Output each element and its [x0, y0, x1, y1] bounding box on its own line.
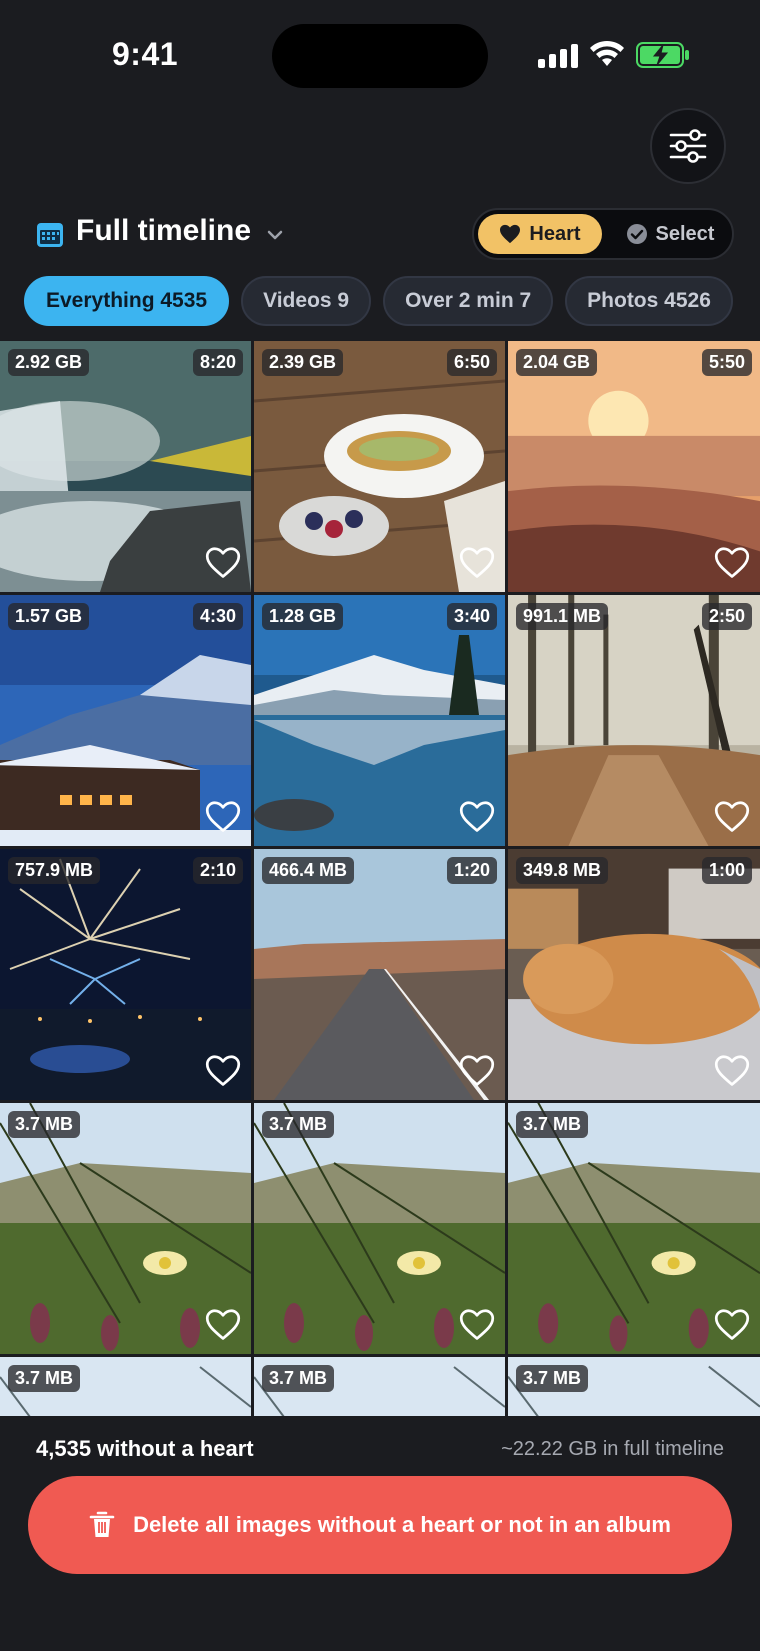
heart-mode-button[interactable]: Heart — [478, 214, 602, 254]
heart-icon[interactable] — [459, 1308, 495, 1342]
heart-icon[interactable] — [205, 800, 241, 834]
select-mode-button[interactable]: Select — [612, 214, 728, 254]
media-tile[interactable]: 3.7 MB — [254, 1103, 505, 1354]
file-size-badge: 3.7 MB — [262, 1111, 335, 1138]
media-tile[interactable]: 1.57 GB 4:30 — [0, 595, 251, 846]
heart-icon[interactable] — [205, 1054, 241, 1088]
duration-badge: 8:20 — [192, 349, 243, 376]
calendar-icon — [37, 223, 63, 247]
duration-badge: 3:40 — [446, 603, 497, 630]
duration-badge: 1:20 — [446, 857, 497, 884]
heart-icon[interactable] — [714, 546, 750, 580]
file-size-badge: 3.7 MB — [516, 1365, 589, 1392]
file-size-badge: 2.92 GB — [8, 349, 90, 376]
media-tile[interactable]: 757.9 MB 2:10 — [0, 849, 251, 1100]
duration-badge: 5:50 — [701, 349, 752, 376]
chip-photos[interactable]: Photos 4526 — [565, 276, 733, 326]
media-tile[interactable]: 991.1 MB 2:50 — [508, 595, 760, 846]
filter-chips: Everything 4535 Videos 9 Over 2 min 7 Ph… — [24, 276, 760, 326]
timeline-title[interactable]: Full timeline — [76, 214, 251, 248]
file-size-badge: 3.7 MB — [8, 1365, 81, 1392]
file-size-badge: 3.7 MB — [262, 1365, 335, 1392]
media-tile[interactable]: 2.92 GB 8:20 — [0, 341, 251, 592]
file-size-badge: 1.57 GB — [8, 603, 90, 630]
media-grid: 2.92 GB 8:20 2.39 GB 6:50 2.04 GB 5:50 1.57 GB… — [0, 341, 760, 1416]
file-size-badge: 1.28 GB — [262, 603, 344, 630]
delete-all-button[interactable]: Delete all images without a heart or not… — [28, 1476, 732, 1574]
media-tile[interactable]: 3.7 MB — [0, 1357, 251, 1416]
duration-badge: 4:30 — [192, 603, 243, 630]
heart-icon — [500, 224, 521, 244]
media-tile[interactable]: 466.4 MB 1:20 — [254, 849, 505, 1100]
heart-icon[interactable] — [714, 800, 750, 834]
select-mode-label: Select — [655, 222, 715, 245]
heart-icon[interactable] — [205, 1308, 241, 1342]
file-size-badge: 466.4 MB — [262, 857, 355, 884]
wifi-icon — [590, 40, 624, 66]
delete-all-label: Delete all images without a heart or not… — [133, 1512, 671, 1537]
file-size-badge: 2.39 GB — [262, 349, 344, 376]
heart-icon[interactable] — [205, 546, 241, 580]
media-tile[interactable]: 3.7 MB — [508, 1103, 760, 1354]
chip-over-2-min[interactable]: Over 2 min 7 — [383, 276, 554, 326]
duration-badge: 2:10 — [192, 857, 243, 884]
dynamic-island — [272, 24, 488, 88]
file-size-badge: 3.7 MB — [516, 1111, 589, 1138]
heart-icon[interactable] — [714, 1308, 750, 1342]
unhearted-count: 4,535 without a heart — [36, 1436, 254, 1461]
status-bar: 9:41 — [0, 0, 760, 110]
file-size-badge: 991.1 MB — [516, 603, 609, 630]
mode-segmented-control: Heart Select — [472, 208, 734, 260]
cellular-signal-icon — [538, 44, 578, 68]
heart-icon[interactable] — [714, 1054, 750, 1088]
timeline-total-size: ~22.22 GB in full timeline — [501, 1438, 724, 1460]
duration-badge: 6:50 — [446, 349, 497, 376]
media-tile[interactable]: 349.8 MB 1:00 — [508, 849, 760, 1100]
media-tile[interactable]: 2.04 GB 5:50 — [508, 341, 760, 592]
file-size-badge: 757.9 MB — [8, 857, 101, 884]
bottom-panel: 4,535 without a heart ~22.22 GB in full … — [0, 1416, 760, 1651]
chip-everything[interactable]: Everything 4535 — [24, 276, 230, 326]
heart-icon[interactable] — [459, 546, 495, 580]
trash-icon — [89, 1511, 115, 1537]
chevron-down-icon[interactable] — [266, 226, 284, 244]
media-tile[interactable]: 3.7 MB — [508, 1357, 760, 1416]
media-tile[interactable]: 2.39 GB 6:50 — [254, 341, 505, 592]
battery-charging-icon — [636, 42, 689, 68]
media-tile[interactable]: 3.7 MB — [0, 1103, 251, 1354]
timeline-header: Full timeline Heart Select — [0, 206, 760, 266]
media-tile[interactable]: 3.7 MB — [254, 1357, 505, 1416]
media-tile[interactable]: 1.28 GB 3:40 — [254, 595, 505, 846]
heart-icon[interactable] — [459, 1054, 495, 1088]
checkmark-circle-icon — [626, 224, 647, 244]
sliders-icon — [669, 129, 707, 163]
file-size-badge: 2.04 GB — [516, 349, 598, 376]
file-size-badge: 3.7 MB — [8, 1111, 81, 1138]
file-size-badge: 349.8 MB — [516, 857, 609, 884]
heart-mode-label: Heart — [529, 222, 581, 245]
duration-badge: 2:50 — [701, 603, 752, 630]
chip-videos[interactable]: Videos 9 — [241, 276, 372, 326]
filter-settings-button[interactable] — [650, 108, 726, 184]
heart-icon[interactable] — [459, 800, 495, 834]
status-time: 9:41 — [112, 36, 179, 72]
duration-badge: 1:00 — [701, 857, 752, 884]
